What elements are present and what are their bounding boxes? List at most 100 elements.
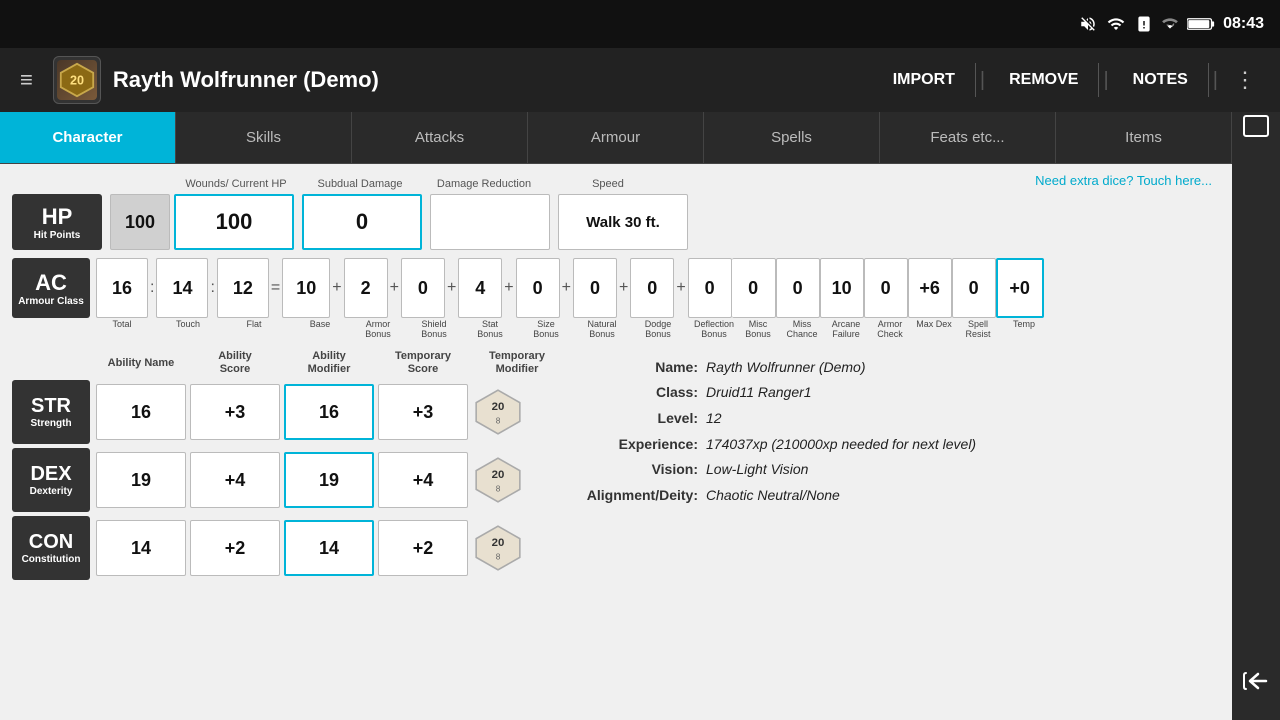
alignment-value: Chaotic Neutral/None — [706, 486, 1204, 506]
ability-name-header: Ability Name — [96, 357, 186, 369]
ac-arcane-failure[interactable]: 10 — [820, 258, 864, 318]
more-button[interactable]: ⋮ — [1222, 59, 1268, 101]
str-dice[interactable]: 20 8 — [472, 386, 524, 438]
vision-label: Vision: — [578, 460, 698, 480]
ac-label: AC Armour Class — [12, 258, 90, 318]
hp-current-field[interactable]: 100 — [174, 194, 294, 250]
con-temp-modifier: +2 — [378, 520, 468, 576]
ac-shield-bonus[interactable]: 0 — [401, 258, 445, 318]
ability-row-str: STR Strength 16 +3 16 +3 20 8 — [12, 380, 562, 444]
label-natural-bonus: Natural Bonus — [580, 320, 624, 340]
char-class-row: Class: Druid11 Ranger1 — [578, 383, 1204, 403]
con-dice[interactable]: 20 8 — [472, 522, 524, 574]
ac-size-bonus[interactable]: 0 — [516, 258, 560, 318]
menu-icon[interactable]: ≡ — [12, 63, 41, 97]
ac-spell-resist[interactable]: 0 — [952, 258, 996, 318]
con-temp-score[interactable]: 14 — [284, 520, 374, 576]
str-score: 16 — [96, 384, 186, 440]
str-temp-modifier: +3 — [378, 384, 468, 440]
dex-temp-score[interactable]: 19 — [284, 452, 374, 508]
hp-damage-reduction-field[interactable] — [430, 194, 550, 250]
svg-text:8: 8 — [496, 416, 501, 426]
side-nav — [1232, 112, 1280, 720]
ac-stat-bonus[interactable]: 4 — [458, 258, 502, 318]
dex-score: 19 — [96, 452, 186, 508]
side-nav-back[interactable] — [1240, 667, 1272, 720]
tab-character[interactable]: Character — [0, 112, 176, 163]
label-flat: Flat — [228, 320, 280, 330]
side-nav-top[interactable] — [1240, 112, 1272, 145]
app-header: ≡ 20 Rayth Wolfrunner (Demo) IMPORT | RE… — [0, 48, 1280, 112]
dex-dice[interactable]: 20 8 — [472, 454, 524, 506]
exp-label: Experience: — [578, 435, 698, 455]
ac-base[interactable]: 10 — [282, 258, 330, 318]
alignment-label: Alignment/Deity: — [578, 486, 698, 506]
con-modifier: +2 — [190, 520, 280, 576]
label-touch: Touch — [162, 320, 214, 330]
hp-max-field[interactable]: 100 — [110, 194, 170, 250]
notes-button[interactable]: NOTES — [1113, 63, 1209, 97]
label-total: Total — [96, 320, 148, 330]
ability-row-con: CON Constitution 14 +2 14 +2 20 8 — [12, 516, 562, 580]
ac-natural-bonus[interactable]: 0 — [573, 258, 617, 318]
ac-deflection-bonus[interactable]: 0 — [688, 258, 732, 318]
ac-miss-chance[interactable]: 0 — [776, 258, 820, 318]
ac-max-dex[interactable]: +6 — [908, 258, 952, 318]
label-deflection-bonus: Deflection Bonus — [692, 320, 736, 340]
level-value: 12 — [706, 409, 1204, 429]
svg-text:20: 20 — [492, 469, 505, 481]
speed-header: Speed — [548, 178, 668, 190]
ac-misc-bonus[interactable]: 0 — [732, 258, 776, 318]
ac-labels-row: Total Touch Flat Base Armor Bonus Shield… — [96, 320, 1220, 340]
str-modifier: +3 — [190, 384, 280, 440]
ac-dodge-bonus[interactable]: 0 — [630, 258, 674, 318]
remove-button[interactable]: REMOVE — [989, 63, 1099, 97]
tab-items[interactable]: Items — [1056, 112, 1232, 163]
back-icon — [1240, 667, 1272, 695]
ac-flat[interactable]: 12 — [217, 258, 269, 318]
vision-value: Low-Light Vision — [706, 460, 1204, 480]
tab-feats[interactable]: Feats etc... — [880, 112, 1056, 163]
tab-skills[interactable]: Skills — [176, 112, 352, 163]
main-content: Wounds/ Current HP Subdual Damage Damage… — [0, 164, 1232, 720]
label-armor-bonus: Armor Bonus — [356, 320, 400, 340]
level-label: Level: — [578, 409, 698, 429]
ac-section: AC Armour Class 16 : 14 : 12 = 10 + 2 + … — [0, 256, 1232, 342]
label-miss-chance: Miss Chance — [780, 320, 824, 340]
ability-col-headers: Ability Name AbilityScore AbilityModifie… — [12, 350, 562, 376]
str-label: STR Strength — [12, 380, 90, 444]
status-bar: 08:43 — [0, 0, 1280, 48]
name-label: Name: — [578, 358, 698, 378]
hp-speed-field: Walk 30 ft. — [558, 194, 688, 250]
ac-temp[interactable]: +0 — [996, 258, 1044, 318]
ability-section: Ability Name AbilityScore AbilityModifie… — [0, 342, 1232, 584]
tab-bar: Character Skills Attacks Armour Spells F… — [0, 112, 1280, 164]
import-button[interactable]: IMPORT — [873, 63, 976, 97]
ac-armor-check[interactable]: 0 — [864, 258, 908, 318]
status-icons: 08:43 — [1079, 15, 1264, 33]
hp-subdual-field[interactable]: 0 — [302, 194, 422, 250]
label-base: Base — [296, 320, 344, 330]
tab-attacks[interactable]: Attacks — [352, 112, 528, 163]
str-temp-score[interactable]: 16 — [284, 384, 374, 440]
char-info-panel: Name: Rayth Wolfrunner (Demo) Class: Dru… — [562, 350, 1220, 584]
svg-text:20: 20 — [492, 401, 505, 413]
ac-total[interactable]: 16 — [96, 258, 148, 318]
tab-armour[interactable]: Armour — [528, 112, 704, 163]
svg-text:20: 20 — [70, 74, 84, 88]
dice-link[interactable]: Need extra dice? Touch here... — [668, 172, 1220, 190]
label-dodge-bonus: Dodge Bonus — [636, 320, 680, 340]
exp-value: 174037xp (210000xp needed for next level… — [706, 435, 1204, 455]
label-stat-bonus: Stat Bonus — [468, 320, 512, 340]
label-max-dex: Max Dex — [912, 320, 956, 330]
app-logo: 20 — [53, 56, 101, 104]
label-armor-check: Armor Check — [868, 320, 912, 340]
ability-temp-mod-header: TemporaryModifier — [472, 350, 562, 376]
label-spell-resist: Spell Resist — [956, 320, 1000, 340]
tab-spells[interactable]: Spells — [704, 112, 880, 163]
ac-armor-bonus[interactable]: 2 — [344, 258, 388, 318]
name-value: Rayth Wolfrunner (Demo) — [706, 358, 1204, 378]
ability-score-header: AbilityScore — [190, 350, 280, 376]
hp-label: HP Hit Points — [12, 194, 102, 250]
ac-touch[interactable]: 14 — [156, 258, 208, 318]
